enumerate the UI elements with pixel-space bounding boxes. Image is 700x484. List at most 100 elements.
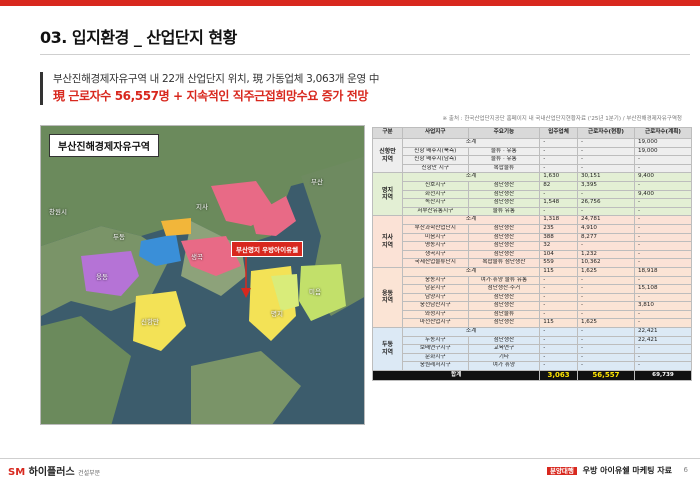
district-cell: 남문지구 [401,284,469,294]
subtotal-value: - [539,327,578,337]
function-cell: 물류 · 유통 [467,155,541,165]
table-header-row: 구분 사업지구 주요기능 입주업체 근로자수(현황) 근로자수(계획) [372,127,693,139]
function-cell: 첨단생산 [467,180,541,191]
logo-mark: SM [8,467,26,478]
district-cell: 녹산지구 [401,198,469,208]
col-header: 근로자수(계획) [633,127,693,139]
value-cell: 104 [539,249,578,260]
value-cell: - [633,249,693,260]
map-place-label: 미음 [309,288,321,296]
value-cell: - [576,155,635,165]
table-subtotal-row: 명지 지역 소계 1,630 30,151 9,400 [372,172,693,217]
table-row: 와성지구 첨단물류 - - - [373,309,693,320]
value-cell: - [539,275,578,286]
subtotal-value: 22,421 [633,327,693,337]
value-cell: - [576,275,635,286]
value-cell: - [633,232,693,243]
district-cell: 웅동지구 [401,275,469,286]
value-cell: 15,108 [633,284,693,294]
value-cell: 1,232 [576,249,635,260]
function-cell: 교육연구 [467,344,541,354]
value-cell: - [539,163,578,174]
value-cell: - [633,206,693,217]
table-row: 마천산업지구 첨단생산 115 1,625- [373,318,693,329]
function-cell: 첨단생산 [467,189,541,200]
value-cell: - [633,223,693,234]
table-row: 신호지구 첨단생산 82 3,395- [373,180,693,191]
table-row: 웅원레저지구 여가 휴양 - - - [373,361,693,372]
table-body: 신항만 지역 소계 - -19,000 신항 배후지(북측) 물류 · 유통 - -19,00… [371,137,693,382]
value-cell: - [576,241,635,251]
project-location-callout: 부산명지 우방아이유쉘 [231,241,304,257]
value-cell: - [576,344,635,354]
page-number: 6 [683,466,688,474]
value-cell: - [633,309,693,320]
function-cell: 물류 · 유통 [467,146,541,157]
value-cell: - [539,335,578,346]
subtotal-value: - [576,327,635,337]
value-cell: - [633,344,693,354]
table-row: 명동지구 첨단생산 32- - [373,241,693,251]
district-cell: 문화지구 [401,352,469,363]
col-header: 구분 [372,127,403,139]
function-cell: 여가·휴양 물류 유통 [467,275,541,286]
table-row: 보배연구지구 교육연구 - - - [373,344,693,354]
region-cell: 신항만 지역 [372,137,403,174]
value-cell: 3,395 [576,180,635,191]
function-cell: 첨단물류 [467,309,541,320]
region-cell: 웅동 지역 [372,266,403,329]
district-cell: 두동지구 [401,335,469,346]
district-cell: 마천산업지구 [401,318,469,329]
value-cell: - [576,335,635,346]
district-cell: 신호지구 [401,180,469,191]
district-cell: 화전지구 [401,189,469,200]
map-place-label: 부산 [311,178,323,186]
source-note: ※ 출처 : 한국산업단지공단 홈페이지 내 국내산업단지현황자료 ('25년 … [442,116,682,122]
map-place-label: 신항만 [141,318,159,326]
function-cell: 첨단생산 [467,241,541,251]
subtotal-label: 소계 [401,266,541,277]
table-row: 부산과학산업단지 첨단생산 235 4,910- [373,223,693,234]
table-row: 남문지구 첨단생산·주거 - -15,108 [373,284,693,294]
table-total-row: 합계 3,063 56,557 69,739 [371,370,693,382]
value-cell: - [576,163,635,174]
value-cell: - [539,155,578,165]
subtotal-value: 9,400 [633,172,693,182]
total-label: 합계 [371,370,541,382]
value-cell: 82 [539,180,578,191]
map-place-label: 지사 [196,203,208,211]
district-cell: 신항 배후지(북측) [401,146,469,157]
function-cell: 첨단생산 [467,301,541,311]
value-cell: - [633,198,693,208]
value-cell: - [539,189,578,200]
subtotal-label: 소계 [401,138,541,148]
subtotal-value: - [539,138,578,148]
district-cell: 국제산업물류단지 [401,258,469,268]
table-row: 화전지구 첨단생산 - -9,400 [373,189,693,200]
subtotal-label: 소계 [401,215,541,225]
value-cell: - [539,301,578,311]
table-row: 남양지구 첨단생산 - - - [373,292,693,303]
table-row: 신항만 지구 복합물류 - - - [373,163,693,174]
value-cell: - [539,206,578,217]
value-cell: - [633,180,693,191]
title-divider [40,54,690,55]
value-cell: - [539,344,578,354]
subtotal-value: 1,318 [539,215,578,225]
subtotal-value: 19,000 [633,138,693,148]
value-cell: - [633,318,693,329]
value-cell: - [576,309,635,320]
function-cell: 복합물류 첨단생산 [467,258,541,268]
map-place-label: 생곡 [191,253,203,261]
value-cell: - [576,301,635,311]
table-row: 미음지구 첨단생산 388 8,277- [373,232,693,243]
value-cell: 9,400 [633,189,693,200]
table-row: 웅동지구 여가·휴양 물류 유통 - - - [373,275,693,286]
function-cell: 첨단생산 [467,292,541,303]
subtotal-value: 1,625 [576,266,635,277]
value-cell: - [633,163,693,174]
value-cell: 22,421 [633,335,693,346]
subtotal-label: 소계 [401,172,541,182]
value-cell: - [633,292,693,303]
total-companies: 3,063 [539,370,578,382]
